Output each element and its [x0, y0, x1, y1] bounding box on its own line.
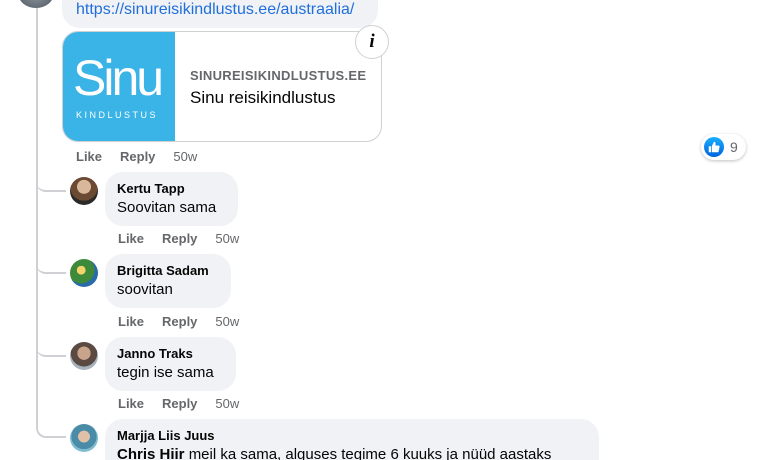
thread-line-main [36, 8, 38, 428]
reply-button[interactable]: Reply [162, 231, 197, 246]
commenter-name[interactable]: Marjja Liis Juus [117, 427, 587, 444]
comment-text: Soovitan sama [117, 199, 217, 216]
timestamp[interactable]: 50w [215, 396, 239, 411]
link-preview-card[interactable]: Sinu KINDLUSTUS SINUREISIKINDLUSTUS.EE S… [62, 31, 382, 142]
avatar[interactable] [70, 259, 98, 287]
avatar[interactable] [70, 342, 98, 370]
thread-connector [36, 250, 66, 274]
reply-button[interactable]: Reply [162, 314, 197, 329]
thread-connector [36, 333, 66, 357]
preview-logo: Sinu KINDLUSTUS [63, 32, 175, 141]
like-button[interactable]: Like [118, 231, 144, 246]
comment-actions: Like Reply 50w [118, 396, 239, 411]
commenter-name[interactable]: Kertu Tapp [117, 180, 226, 197]
avatar[interactable] [70, 177, 98, 205]
thumbs-up-icon [704, 137, 724, 157]
reaction-count-label: 9 [730, 139, 738, 155]
avatar[interactable] [70, 424, 98, 452]
comment-actions: Like Reply 50w [76, 149, 197, 164]
comment-text: tegin ise sama [117, 364, 214, 381]
comment-bubble: Brigitta Sadam soovitan [105, 254, 231, 308]
timestamp[interactable]: 50w [215, 314, 239, 329]
preview-title: Sinu reisikindlustus [190, 88, 336, 107]
comment-bubble: Kertu Tapp Soovitan sama [105, 172, 238, 226]
comment-text: Chris Hiir meil ka sama, alguses tegime … [117, 444, 587, 460]
comment-actions: Like Reply 50w [118, 314, 239, 329]
comment-link[interactable]: https://sinureisikindlustus.ee/austraali… [76, 0, 354, 20]
thread-connector [36, 168, 66, 192]
comment-bubble: Janno Traks tegin ise sama [105, 337, 236, 391]
reply-button[interactable]: Reply [120, 149, 155, 164]
logo-word: Sinu [73, 50, 164, 106]
commenter-name[interactable]: Brigitta Sadam [117, 262, 219, 279]
comment-bubble: https://sinureisikindlustus.ee/austraali… [62, 0, 378, 28]
preview-domain: SINUREISIKINDLUSTUS.EE [190, 68, 367, 83]
comment-actions: Like Reply 50w [118, 231, 239, 246]
commenter-name[interactable]: Janno Traks [117, 345, 224, 362]
avatar[interactable] [18, 0, 54, 8]
comment-text-body: meil ka sama, alguses tegime 6 kuuks ja … [188, 446, 552, 460]
like-button[interactable]: Like [118, 396, 144, 411]
timestamp[interactable]: 50w [215, 231, 239, 246]
mention-link[interactable]: Chris Hiir [117, 446, 185, 460]
comment-text: soovitan [117, 281, 173, 298]
like-button[interactable]: Like [76, 149, 102, 164]
timestamp[interactable]: 50w [173, 149, 197, 164]
reaction-count[interactable]: 9 [701, 134, 746, 160]
thread-connector [36, 414, 66, 438]
info-icon[interactable]: i [355, 25, 389, 59]
logo-subtitle: KINDLUSTUS [76, 110, 159, 120]
comment-bubble: Marjja Liis Juus Chris Hiir meil ka sama… [105, 419, 599, 460]
reply-button[interactable]: Reply [162, 396, 197, 411]
like-button[interactable]: Like [118, 314, 144, 329]
